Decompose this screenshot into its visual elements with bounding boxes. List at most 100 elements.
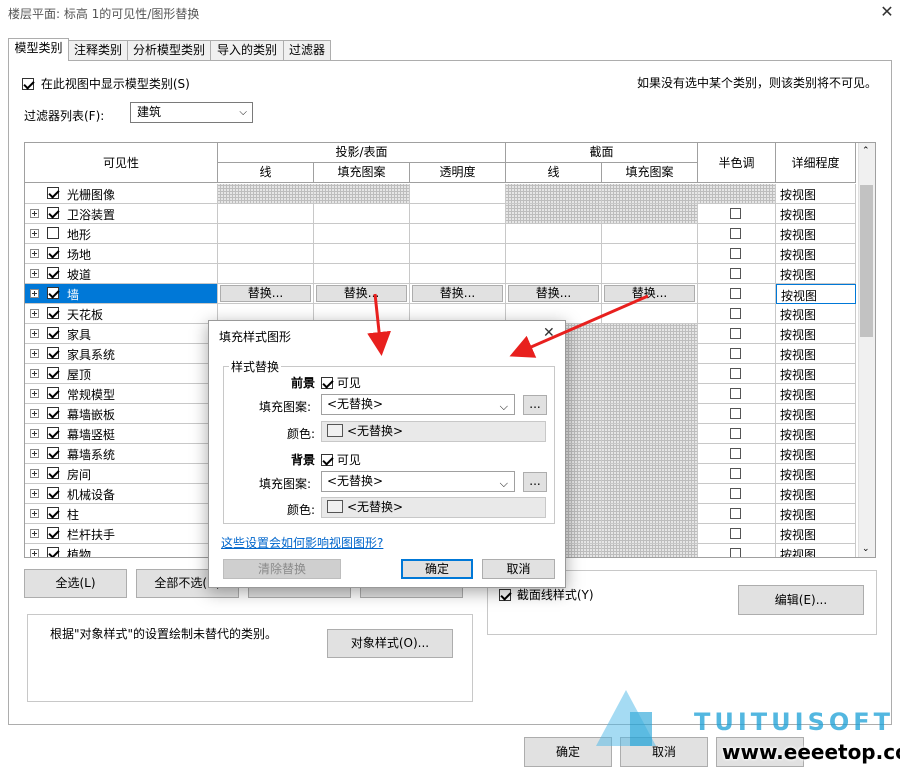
override-cell-cutpattern[interactable] <box>602 364 698 384</box>
detail-cell[interactable]: 按视图 <box>776 224 856 244</box>
detail-cell[interactable]: 按视图 <box>776 464 856 484</box>
halftone-checkbox[interactable] <box>730 468 741 479</box>
detail-cell[interactable]: 按视图 <box>776 504 856 524</box>
halftone-checkbox[interactable] <box>730 428 741 439</box>
expand-icon[interactable] <box>30 309 39 318</box>
halftone-cell[interactable] <box>698 304 776 324</box>
override-cell-transparency[interactable] <box>410 204 506 224</box>
row-name-cell[interactable]: 卫浴装置 <box>25 204 218 224</box>
scroll-down-icon[interactable]: ⌄ <box>862 544 870 554</box>
override-cell-cutpattern[interactable]: 替换... <box>602 284 698 304</box>
row-visible-checkbox[interactable] <box>47 267 59 279</box>
row-visible-checkbox[interactable] <box>47 247 59 259</box>
row-name-cell[interactable]: 墙 <box>25 284 218 304</box>
expand-icon[interactable] <box>30 209 39 218</box>
row-name-cell[interactable]: 房间 <box>25 464 218 484</box>
row-visible-checkbox[interactable] <box>47 207 59 219</box>
override-cell-cutline[interactable] <box>506 224 602 244</box>
foreground-visible-checkbox[interactable]: 可见 <box>321 374 361 391</box>
override-cell-cutpattern[interactable] <box>602 384 698 404</box>
override-cell-cutpattern[interactable] <box>602 224 698 244</box>
halftone-checkbox[interactable] <box>730 448 741 459</box>
expand-icon[interactable] <box>30 369 39 378</box>
override-button[interactable]: 替换... <box>412 285 503 302</box>
override-cell-cutline[interactable] <box>506 244 602 264</box>
row-visible-checkbox[interactable] <box>47 227 59 239</box>
override-cell-line[interactable] <box>218 264 314 284</box>
detail-cell[interactable]: 按视图 <box>776 244 856 264</box>
detail-cell[interactable]: 按视图 <box>776 204 856 224</box>
override-cell-cutline[interactable]: 替换... <box>506 284 602 304</box>
detail-cell[interactable]: 按视图 <box>776 544 856 557</box>
halftone-cell[interactable] <box>698 324 776 344</box>
bg-pattern-select[interactable]: <无替换> ⌵ <box>321 471 515 492</box>
expand-icon[interactable] <box>30 469 39 478</box>
expand-icon[interactable] <box>30 229 39 238</box>
detail-cell[interactable]: 按视图 <box>776 304 856 324</box>
row-name-cell[interactable]: 天花板 <box>25 304 218 324</box>
override-cell-cutpattern[interactable] <box>602 204 698 224</box>
row-visible-checkbox[interactable] <box>47 407 59 419</box>
help-link[interactable]: 这些设置会如何影响视图图形? <box>221 534 383 551</box>
tab-filters[interactable]: 过滤器 <box>283 40 331 60</box>
row-visible-checkbox[interactable] <box>47 187 59 199</box>
override-cell-pattern[interactable] <box>314 224 410 244</box>
row-visible-checkbox[interactable] <box>47 467 59 479</box>
table-row[interactable]: 场地 按视图 <box>25 244 861 264</box>
expand-icon[interactable] <box>30 249 39 258</box>
row-visible-checkbox[interactable] <box>47 287 59 299</box>
override-cell-cutpattern[interactable] <box>602 184 698 204</box>
override-cell-line[interactable] <box>218 244 314 264</box>
scroll-up-icon[interactable]: ⌃ <box>862 146 870 156</box>
expand-icon[interactable] <box>30 489 39 498</box>
row-visible-checkbox[interactable] <box>47 347 59 359</box>
halftone-cell[interactable] <box>698 204 776 224</box>
bg-pattern-browse-button[interactable]: ... <box>523 472 547 492</box>
expand-icon[interactable] <box>30 429 39 438</box>
halftone-checkbox[interactable] <box>730 348 741 359</box>
detail-cell[interactable]: 按视图 <box>776 264 856 284</box>
halftone-cell[interactable] <box>698 544 776 557</box>
expand-icon[interactable] <box>30 449 39 458</box>
table-row[interactable]: 光栅图像 按视图 <box>25 184 861 204</box>
halftone-checkbox[interactable] <box>730 388 741 399</box>
table-row[interactable]: 墙 替换... 替换... 替换... 替换... 替换... 按视图 <box>25 284 861 304</box>
row-name-cell[interactable]: 幕墙嵌板 <box>25 404 218 424</box>
halftone-cell[interactable] <box>698 484 776 504</box>
row-visible-checkbox[interactable] <box>47 427 59 439</box>
filter-select[interactable]: 建筑 ⌵ <box>130 102 253 123</box>
halftone-checkbox[interactable] <box>730 228 741 239</box>
row-name-cell[interactable]: 地形 <box>25 224 218 244</box>
override-button[interactable]: 替换... <box>604 285 695 302</box>
halftone-checkbox[interactable] <box>730 368 741 379</box>
row-name-cell[interactable]: 家具系统 <box>25 344 218 364</box>
row-name-cell[interactable]: 屋顶 <box>25 364 218 384</box>
detail-cell[interactable]: 按视图 <box>776 344 856 364</box>
fg-pattern-browse-button[interactable]: ... <box>523 395 547 415</box>
row-name-cell[interactable]: 幕墙竖梃 <box>25 424 218 444</box>
override-button[interactable]: 替换... <box>508 285 599 302</box>
override-button[interactable]: 替换... <box>316 285 407 302</box>
detail-cell[interactable]: 按视图 <box>776 184 856 204</box>
detail-cell[interactable]: 按视图 <box>776 424 856 444</box>
row-visible-checkbox[interactable] <box>47 387 59 399</box>
halftone-cell[interactable] <box>698 444 776 464</box>
halftone-cell[interactable] <box>698 424 776 444</box>
expand-icon[interactable] <box>30 509 39 518</box>
override-cell-cutpattern[interactable] <box>602 404 698 424</box>
expand-icon[interactable] <box>30 549 39 557</box>
dialog-close-icon[interactable]: ✕ <box>543 325 555 341</box>
override-cell-pattern[interactable] <box>314 264 410 284</box>
expand-icon[interactable] <box>30 289 39 298</box>
detail-cell[interactable]: 按视图 <box>776 284 856 304</box>
override-cell-pattern[interactable] <box>314 204 410 224</box>
halftone-cell[interactable] <box>698 404 776 424</box>
show-categories-checkbox[interactable]: 在此视图中显示模型类别(S) <box>22 75 190 92</box>
clear-override-button[interactable]: 清除替换 <box>223 559 341 579</box>
row-visible-checkbox[interactable] <box>47 487 59 499</box>
tab-imported-categories[interactable]: 导入的类别 <box>210 40 284 60</box>
override-cell-transparency[interactable] <box>410 244 506 264</box>
tab-analytical-categories[interactable]: 分析模型类别 <box>127 40 211 60</box>
detail-cell[interactable]: 按视图 <box>776 324 856 344</box>
detail-cell[interactable]: 按视图 <box>776 484 856 504</box>
